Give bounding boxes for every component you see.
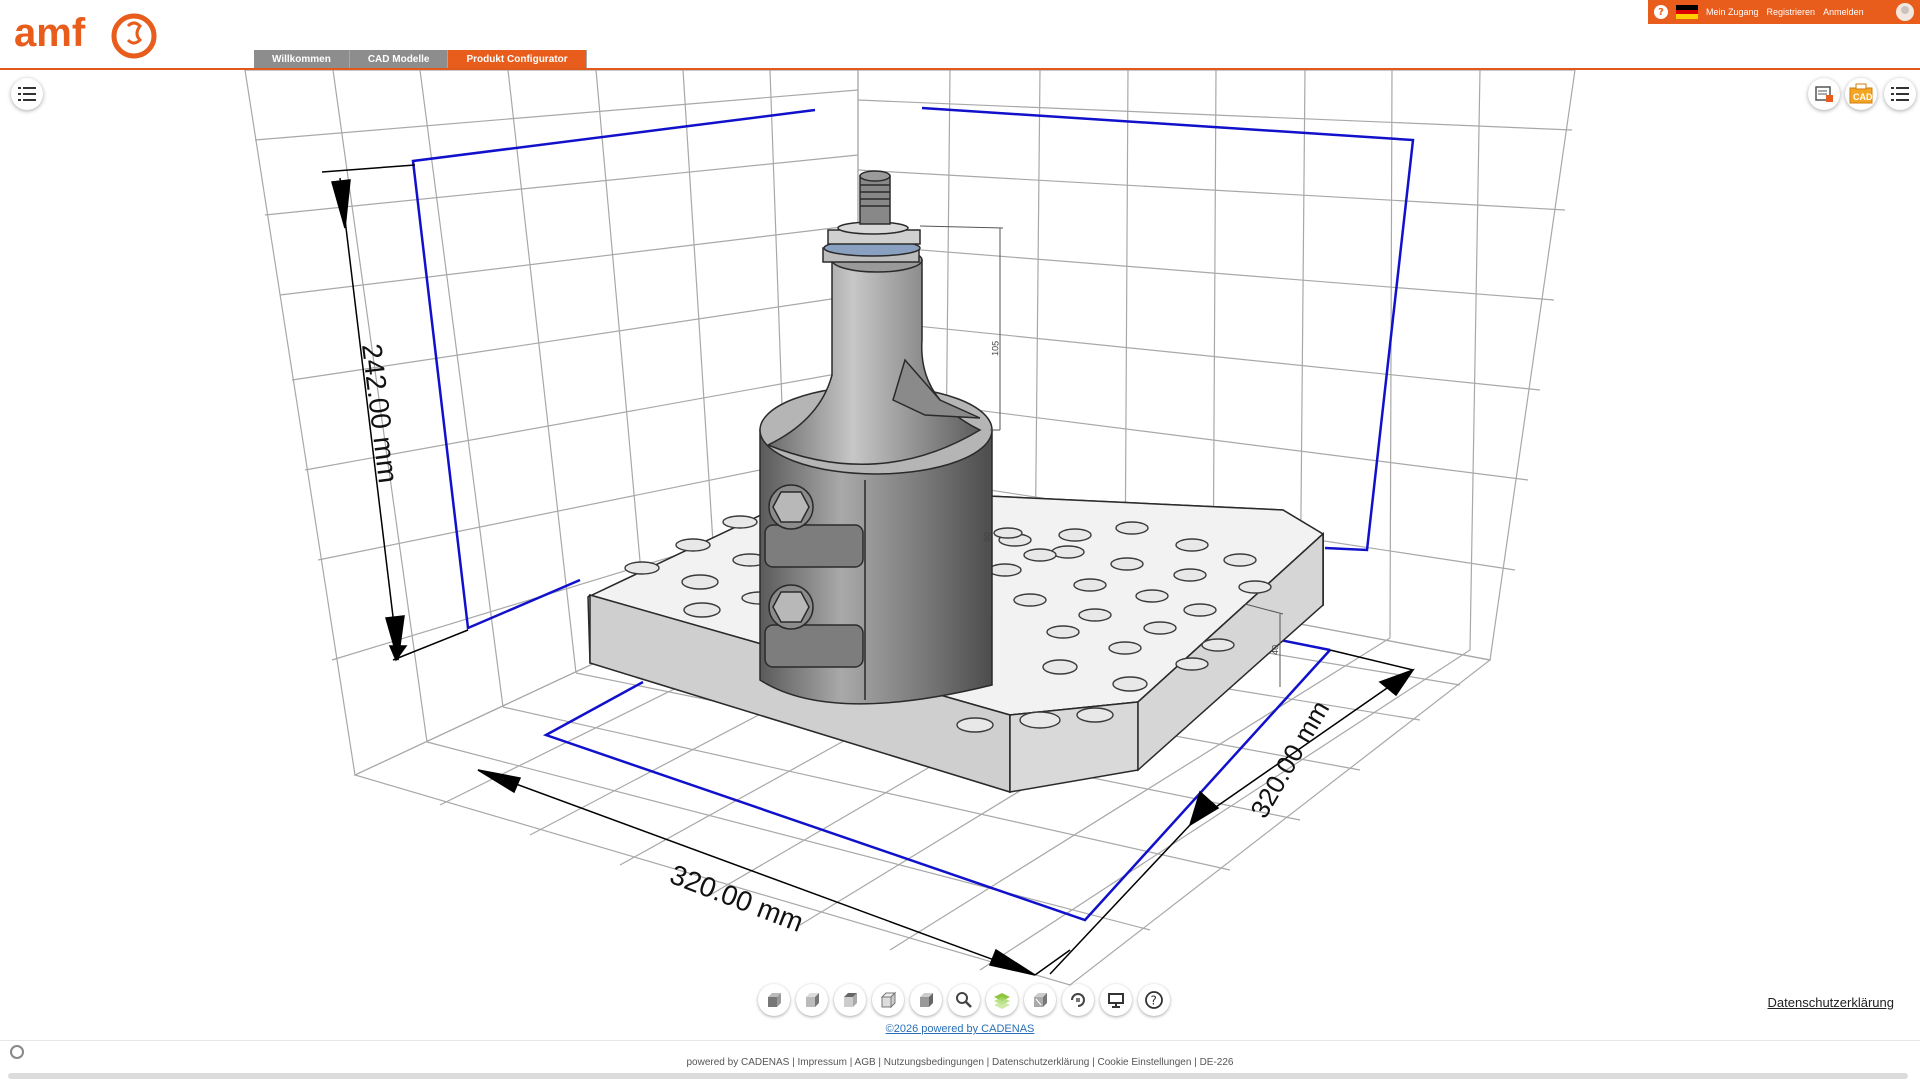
view-back-button[interactable] [910,984,942,1016]
help-icon[interactable]: ? [1654,5,1668,19]
main-tabs: Willkommen CAD Modelle Produkt Configura… [254,50,587,68]
horizontal-scrollbar[interactable] [8,1073,1908,1079]
amf-logo[interactable]: amf [12,8,157,62]
view-top-icon [844,993,857,1007]
help-icon: ? [1145,991,1163,1009]
dimension-80: 80 [982,532,992,542]
rotate-button[interactable] [1062,984,1094,1016]
view-iso-button[interactable] [796,984,828,1016]
view-side-icon [880,991,897,1009]
view-iso-icon [806,993,819,1007]
fullscreen-icon [1108,993,1124,1008]
cad-download-button[interactable]: CAD [1845,78,1877,110]
tab-produkt-configurator[interactable]: Produkt Configurator [448,50,587,68]
zoom-button[interactable] [948,984,980,1016]
svg-text:?: ? [1151,994,1157,1008]
cadenas-link[interactable]: ©2026 powered by CADENAS [0,1023,1920,1035]
cad-download-icon: CAD [1849,83,1873,104]
list-icon [18,87,36,101]
top-user-bar: ? Mein Zugang Registrieren Anmelden [1648,0,1920,24]
register-link[interactable]: Registrieren [1767,7,1816,17]
view-side-button[interactable] [872,984,904,1016]
header: amf ? Mein Zugang Registrieren Anmelden … [0,0,1920,70]
view-toolbar: ? [758,984,1170,1016]
view-back-icon [920,993,933,1007]
footer: powered by CADENAS | Impressum | AGB | N… [0,1040,1920,1080]
view-top-button[interactable] [834,984,866,1016]
datasheet-icon [1815,86,1833,102]
right-menu-button[interactable] [1884,78,1916,110]
user-avatar-icon[interactable] [1896,3,1914,21]
footer-links[interactable]: powered by CADENAS | Impressum | AGB | N… [0,1057,1920,1068]
tab-cad-modelle[interactable]: CAD Modelle [349,50,449,68]
width-dimension [477,769,1071,976]
view-front-button[interactable] [758,984,790,1016]
login-link[interactable]: Anmelden [1823,7,1864,17]
wireframe-icon [1034,993,1047,1007]
view-front-icon [768,993,781,1007]
dimension-105: 105 [990,341,1001,356]
dimension-40: 40 [1270,645,1280,655]
viewer-help-button[interactable]: ? [1138,984,1170,1016]
germany-flag-icon[interactable] [1676,5,1698,20]
fullscreen-button[interactable] [1100,984,1132,1016]
height-dimension-label: 242.00 mm [356,342,404,485]
rotate-icon [1071,993,1085,1007]
viewer-privacy-link[interactable]: Datenschutzerklärung [1768,995,1894,1010]
datasheet-button[interactable] [1808,78,1840,110]
surface-icon [994,993,1010,1009]
wireframe-button[interactable] [1024,984,1056,1016]
my-account-link[interactable]: Mein Zugang [1706,7,1759,17]
3d-scene[interactable]: 242.00 mm 320.00 mm 320.00 mm 105 80 40 [0,70,1920,1040]
left-menu-button[interactable] [11,78,43,110]
3d-viewer[interactable]: 242.00 mm 320.00 mm 320.00 mm 105 80 40 … [0,70,1920,1040]
zoom-icon [956,992,972,1008]
tab-willkommen[interactable]: Willkommen [254,50,350,68]
width-dimension-label: 320.00 mm [666,859,808,938]
logo-text: amf [14,11,86,55]
list-icon [1891,87,1909,101]
surface-button[interactable] [986,984,1018,1016]
cad-badge-text: CAD [1853,92,1873,102]
depth-dimension-label: 320.00 mm [1244,695,1335,823]
